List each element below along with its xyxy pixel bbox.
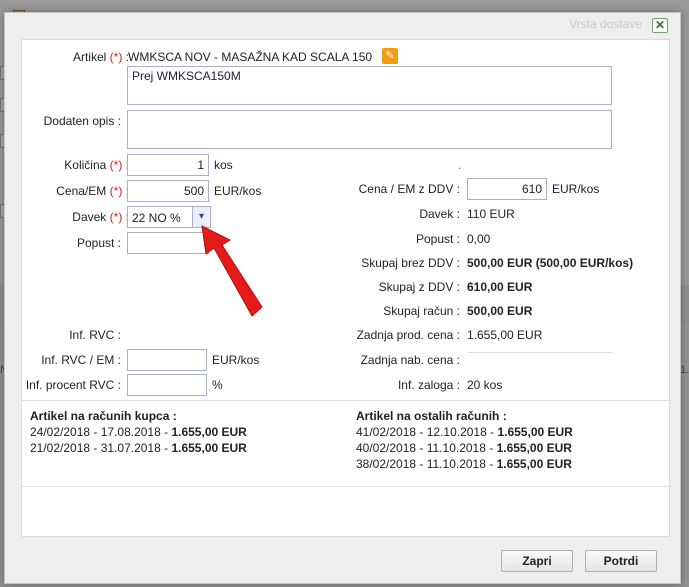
annotation-arrow xyxy=(201,225,263,317)
